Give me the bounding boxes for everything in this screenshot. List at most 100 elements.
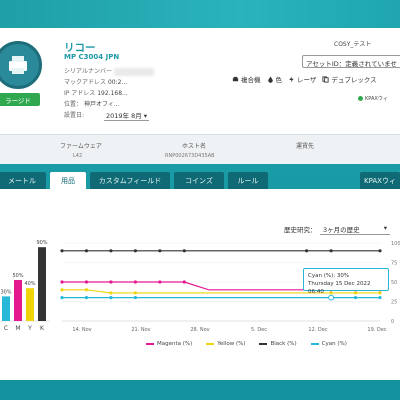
tab-supplies[interactable]: 用品 (50, 172, 86, 189)
bar-y (26, 288, 34, 321)
bar-category-label: M (15, 325, 20, 332)
tab-custom-fields[interactable]: カスタムフィールド (90, 172, 170, 189)
location-row: 位置： 神戸オフィ... (64, 99, 120, 108)
legend-swatch (146, 343, 154, 345)
device-panel: ラージド リコー MP C3004 JPN シリアルナンバー マックアドレス 0… (0, 28, 400, 134)
tooltip-value: Cyan (%): 30% (308, 273, 350, 279)
series-point (353, 296, 358, 300)
location-value: 神戸オフィ... (83, 101, 120, 108)
mac-value: 00:2... (107, 79, 128, 86)
tab-rules[interactable]: ルール (228, 172, 268, 189)
action-duplex[interactable]: デュプレックス (322, 74, 377, 84)
series-point (84, 296, 89, 300)
series-point (329, 249, 333, 253)
ip-label: IP アドレス (64, 90, 96, 97)
series-point (109, 280, 113, 284)
mac-label: マックアドレス (64, 79, 107, 86)
online-dot-icon (358, 96, 363, 101)
serial-value (113, 67, 154, 76)
bar-data-label: 50% (12, 273, 23, 279)
x-tick-label: 5. Dec (251, 327, 267, 333)
y-tick-label: 100 (391, 241, 400, 247)
action-duplex-label: デュプレックス (331, 76, 377, 84)
bar-m (14, 280, 22, 321)
location-label: 位置： (64, 101, 83, 108)
x-tick-label: 19. Dec (367, 327, 386, 333)
bar-category-label: K (40, 325, 45, 332)
tab-coins[interactable]: コインズ (174, 172, 224, 189)
legend-item[interactable]: Cyan (%) (310, 341, 347, 347)
destination-label: 運賃先 (296, 143, 315, 150)
y-tick-label: 25 (391, 300, 397, 306)
legend-swatch (310, 343, 319, 345)
series-point (133, 249, 137, 253)
series-point (60, 280, 64, 284)
chevron-down-icon: ▾ (383, 224, 387, 232)
action-color-label: 色 (275, 76, 283, 84)
install-label: 設置日: (64, 112, 85, 119)
hostname-label: ホスト名 (182, 143, 207, 150)
series-point (133, 291, 137, 295)
legend-label: Cyan (%) (321, 341, 347, 347)
legend-item[interactable]: Black (%) (259, 341, 297, 347)
series-point (182, 249, 186, 253)
legend-label: Yellow (%) (217, 341, 246, 347)
series-point (133, 296, 137, 300)
bar-category-label: Y (27, 325, 32, 332)
device-model: MP C3004 JPN (64, 53, 120, 61)
legend-label: Black (%) (270, 341, 297, 347)
history-label: 歴史研究： (284, 226, 317, 234)
series-point (84, 288, 89, 292)
status-badge: ラージド (0, 93, 40, 106)
series-point (378, 249, 382, 253)
asset-id-field[interactable]: アセットID：定義されていませ (302, 55, 400, 68)
y-tick-label: 50 (391, 280, 397, 286)
device-actions: 複合機 色 レーザ デュプレックス (232, 74, 377, 84)
action-laser[interactable]: レーザ (288, 74, 316, 84)
printer-small-icon (232, 76, 239, 81)
series-point (109, 249, 113, 253)
info-strip: ファームウェア L42 ホスト名 RNP002673D435AB 運賃先 (0, 134, 400, 164)
action-mfp[interactable]: 複合機 (232, 74, 261, 84)
bar-category-label: C (4, 325, 8, 332)
firmware-value: L42 (73, 153, 83, 159)
chart-tooltip: Cyan (%): 30% Thursday 15 Dec 2022 06:40 (303, 268, 389, 295)
mac-row: マックアドレス 00:2... (64, 77, 127, 86)
history-select[interactable]: 3ヶ月の歴史 ▾ (320, 222, 390, 235)
chart-legend: Magenta (%) Yellow (%) Black (%) Cyan (%) (146, 341, 347, 347)
tab-kpax[interactable]: KPAXウィ (360, 172, 400, 189)
install-date-select[interactable]: 2019年 8月 ▾ (104, 110, 150, 121)
series-point (158, 249, 162, 253)
x-tick-label: 12. Dec (308, 327, 327, 333)
action-mfp-label: 複合機 (241, 76, 261, 84)
top-band (0, 0, 400, 28)
bar-chart: 30% C 50% M 40% Y 90% K (0, 240, 50, 332)
history-select-value: 3ヶ月の歴史 (323, 226, 360, 234)
legend-item[interactable]: Yellow (%) (206, 341, 245, 347)
action-color[interactable]: 色 (267, 74, 283, 84)
tab-meters[interactable]: メートル (0, 172, 46, 189)
legend-item[interactable]: Magenta (%) (146, 341, 192, 347)
legend-swatch (259, 343, 268, 345)
y-tick-label: 75 (391, 261, 397, 267)
ip-value: 192.168... (97, 90, 128, 97)
series-point (158, 280, 162, 284)
serial-row: シリアルナンバー (64, 66, 154, 76)
series-point (133, 280, 137, 284)
duplex-icon (322, 75, 329, 83)
bar-data-label: 90% (36, 240, 47, 246)
action-laser-label: レーザ (297, 76, 317, 84)
bar-c (2, 296, 10, 321)
series-point (109, 296, 113, 300)
drop-icon (267, 75, 273, 83)
legend-swatch (206, 343, 215, 345)
printer-icon (0, 41, 42, 89)
x-tick-label: 21. Nov (131, 327, 150, 333)
firmware-label: ファームウェア (60, 143, 102, 150)
bottom-band (0, 380, 400, 400)
serial-label: シリアルナンバー (64, 68, 112, 75)
x-tick-label: 14. Nov (72, 327, 91, 333)
series-point (109, 291, 113, 295)
bolt-icon (289, 75, 294, 83)
series-point (378, 296, 382, 300)
